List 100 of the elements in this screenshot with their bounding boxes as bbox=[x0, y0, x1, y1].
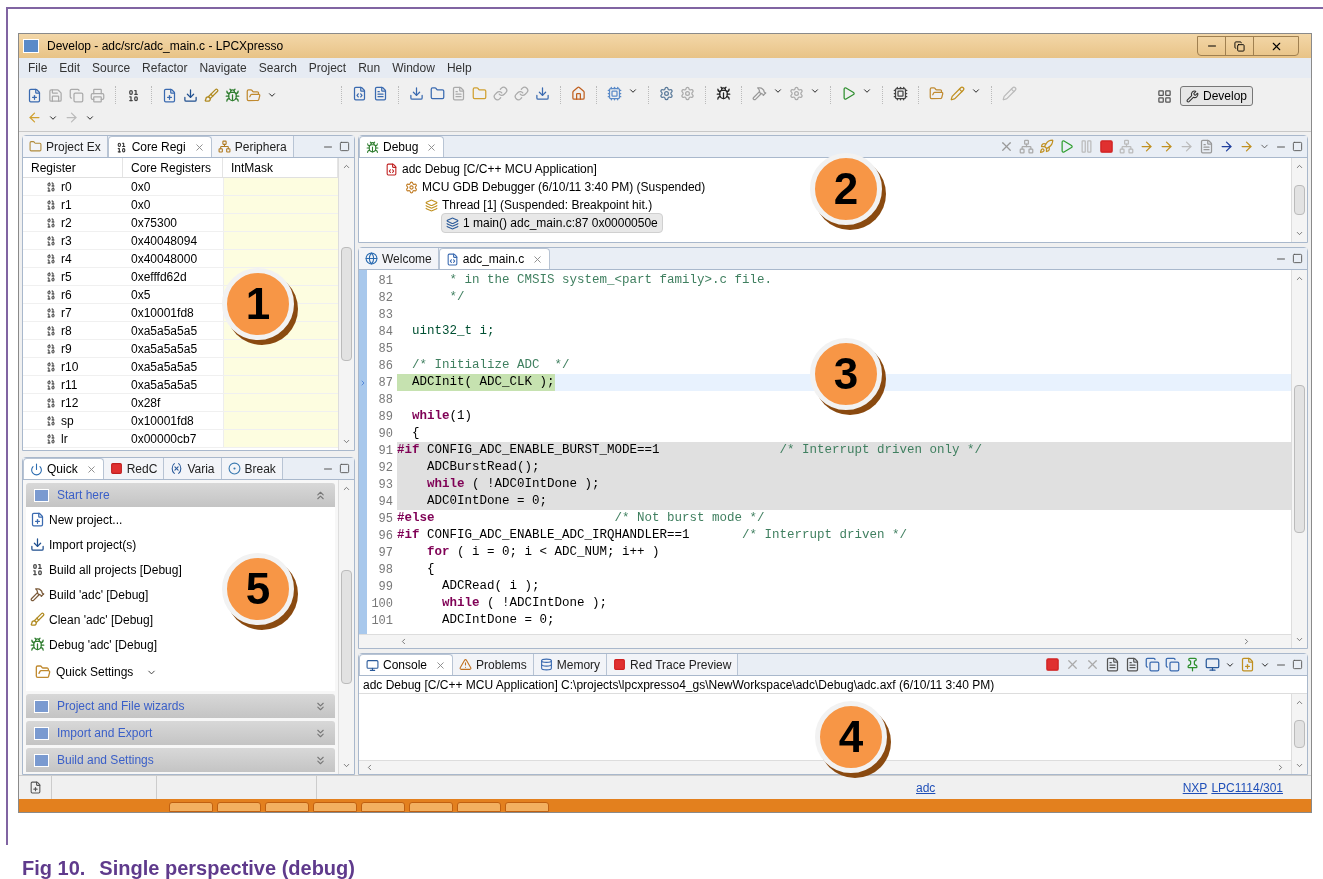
maximize-icon[interactable] bbox=[1292, 659, 1303, 670]
chip-icon[interactable] bbox=[893, 86, 908, 101]
caret-icon[interactable] bbox=[628, 86, 638, 96]
perspective-button[interactable]: Develop bbox=[1179, 86, 1253, 106]
tree-item[interactable]: Thread [1] (Suspended: Breakpoint hit.) bbox=[421, 196, 657, 214]
scroll-up-icon[interactable] bbox=[1295, 698, 1304, 707]
scroll-up-icon[interactable] bbox=[1295, 162, 1304, 171]
fast-view-icon[interactable] bbox=[28, 781, 42, 794]
maximize-icon[interactable] bbox=[1292, 253, 1303, 264]
quick-action-link[interactable]: Build all projects [Debug] bbox=[30, 557, 182, 582]
print-icon[interactable] bbox=[90, 87, 105, 103]
taskbar-button[interactable] bbox=[409, 802, 453, 812]
pen-icon[interactable] bbox=[950, 86, 965, 101]
scrollbar[interactable] bbox=[1291, 158, 1307, 242]
panel-tab[interactable]: Break bbox=[221, 458, 283, 479]
section-header[interactable]: Build and Settings bbox=[26, 748, 335, 772]
scroll-down-icon[interactable] bbox=[1295, 635, 1304, 644]
target-link[interactable]: LPC1114/301 bbox=[1211, 778, 1283, 797]
save-icon[interactable] bbox=[48, 87, 63, 103]
taskbar-button[interactable] bbox=[361, 802, 405, 812]
scrollbar[interactable] bbox=[1291, 270, 1307, 648]
pause-icon[interactable] bbox=[1079, 139, 1094, 154]
import-icon[interactable] bbox=[409, 86, 424, 101]
panel-tab[interactable]: RedC bbox=[103, 458, 165, 479]
section-header[interactable]: Start here bbox=[26, 483, 335, 507]
panel-tab[interactable]: Project Ex bbox=[23, 136, 108, 157]
quick-settings-menu[interactable]: Quick Settings bbox=[30, 657, 158, 687]
project-link[interactable]: adc bbox=[916, 778, 936, 797]
step-return-icon[interactable] bbox=[1179, 139, 1194, 154]
taskbar-button[interactable] bbox=[313, 802, 357, 812]
scrollbar[interactable] bbox=[1291, 694, 1307, 774]
folder-icon[interactable] bbox=[246, 87, 261, 103]
binary-icon[interactable] bbox=[126, 87, 141, 103]
stop-icon[interactable] bbox=[1099, 139, 1114, 154]
menu-item[interactable]: Window bbox=[387, 59, 440, 77]
column-header[interactable]: Register bbox=[23, 158, 123, 177]
menu-item[interactable]: Refactor bbox=[137, 59, 193, 77]
new-project-icon[interactable] bbox=[162, 87, 177, 103]
copy-icon[interactable] bbox=[1145, 657, 1160, 672]
step-over-icon[interactable] bbox=[1159, 139, 1174, 154]
taskbar-button[interactable] bbox=[217, 802, 261, 812]
tree-item[interactable]: MCU GDB Debugger (6/10/11 3:40 PM) (Suspended) bbox=[401, 178, 710, 196]
panel-tab[interactable]: Problems bbox=[453, 654, 534, 675]
remove-icon[interactable] bbox=[999, 139, 1014, 154]
menu-item[interactable]: File bbox=[23, 59, 53, 77]
taskbar-button[interactable] bbox=[169, 802, 213, 812]
maximize-icon[interactable] bbox=[339, 141, 350, 152]
scroll-down-icon[interactable] bbox=[1295, 761, 1304, 770]
new-console-icon[interactable] bbox=[1240, 657, 1255, 672]
menu-item[interactable]: Project bbox=[303, 59, 352, 77]
clear-console-icon[interactable] bbox=[1105, 657, 1120, 672]
quick-action-link[interactable]: New project... bbox=[30, 507, 123, 532]
forward-icon[interactable] bbox=[64, 110, 79, 125]
menu-item[interactable]: Edit bbox=[54, 59, 86, 77]
scroll-up-icon[interactable] bbox=[342, 162, 351, 171]
scroll-thumb[interactable] bbox=[1294, 719, 1305, 749]
new-file-icon[interactable] bbox=[27, 87, 42, 103]
caret-icon[interactable] bbox=[810, 86, 820, 96]
scrollbar[interactable] bbox=[338, 480, 354, 774]
horizontal-scrollbar[interactable] bbox=[359, 760, 1291, 774]
taskbar-button[interactable] bbox=[457, 802, 501, 812]
scroll-left-icon[interactable] bbox=[365, 763, 374, 772]
bug-icon[interactable] bbox=[716, 86, 731, 101]
maximize-icon[interactable] bbox=[339, 463, 350, 474]
gear-icon[interactable] bbox=[680, 86, 695, 101]
taskbar-button[interactable] bbox=[265, 802, 309, 812]
panel-tab[interactable]: Core Regi bbox=[107, 136, 212, 157]
step-filter-icon[interactable] bbox=[1239, 139, 1254, 154]
header-file-icon[interactable] bbox=[373, 86, 388, 101]
new-folder-icon[interactable] bbox=[430, 86, 445, 101]
scroll-up-icon[interactable] bbox=[342, 484, 351, 493]
caret-icon[interactable] bbox=[862, 86, 872, 96]
xml-file-icon[interactable] bbox=[451, 86, 466, 101]
export-icon[interactable] bbox=[535, 86, 550, 101]
folder-icon[interactable] bbox=[929, 86, 944, 101]
caret-icon[interactable] bbox=[971, 86, 981, 96]
scroll-thumb[interactable] bbox=[341, 569, 352, 685]
folder-icon[interactable] bbox=[472, 86, 487, 101]
quick-action-link[interactable]: Clean 'adc' [Debug] bbox=[30, 607, 153, 632]
gear-icon[interactable] bbox=[789, 86, 804, 101]
resume-icon[interactable] bbox=[1059, 139, 1074, 154]
taskbar-button[interactable] bbox=[505, 802, 549, 812]
menu-item[interactable]: Search bbox=[253, 59, 302, 77]
quick-action-link[interactable]: Build 'adc' [Debug] bbox=[30, 582, 149, 607]
panel-tab[interactable]: Welcome bbox=[359, 248, 439, 269]
menu-item[interactable]: Help bbox=[441, 59, 477, 77]
menu-item[interactable]: Run bbox=[353, 59, 386, 77]
stop-icon[interactable] bbox=[1045, 657, 1060, 672]
remove-icon[interactable] bbox=[1065, 657, 1080, 672]
quick-action-link[interactable]: Debug 'adc' [Debug] bbox=[30, 632, 157, 657]
scroll-down-icon[interactable] bbox=[1295, 229, 1304, 238]
horizontal-scrollbar[interactable] bbox=[359, 634, 1291, 648]
brush-icon[interactable] bbox=[204, 87, 219, 103]
restore-icon[interactable] bbox=[1234, 40, 1245, 52]
panel-tab[interactable]: Quick bbox=[23, 458, 104, 479]
quick-action-link[interactable]: Import project(s) bbox=[30, 532, 137, 557]
tree-item[interactable]: 1 main() adc_main.c:87 0x0000050e bbox=[441, 213, 663, 233]
back-icon[interactable] bbox=[27, 110, 42, 125]
panel-tab[interactable]: Console bbox=[359, 654, 454, 675]
scroll-thumb[interactable] bbox=[341, 247, 352, 361]
